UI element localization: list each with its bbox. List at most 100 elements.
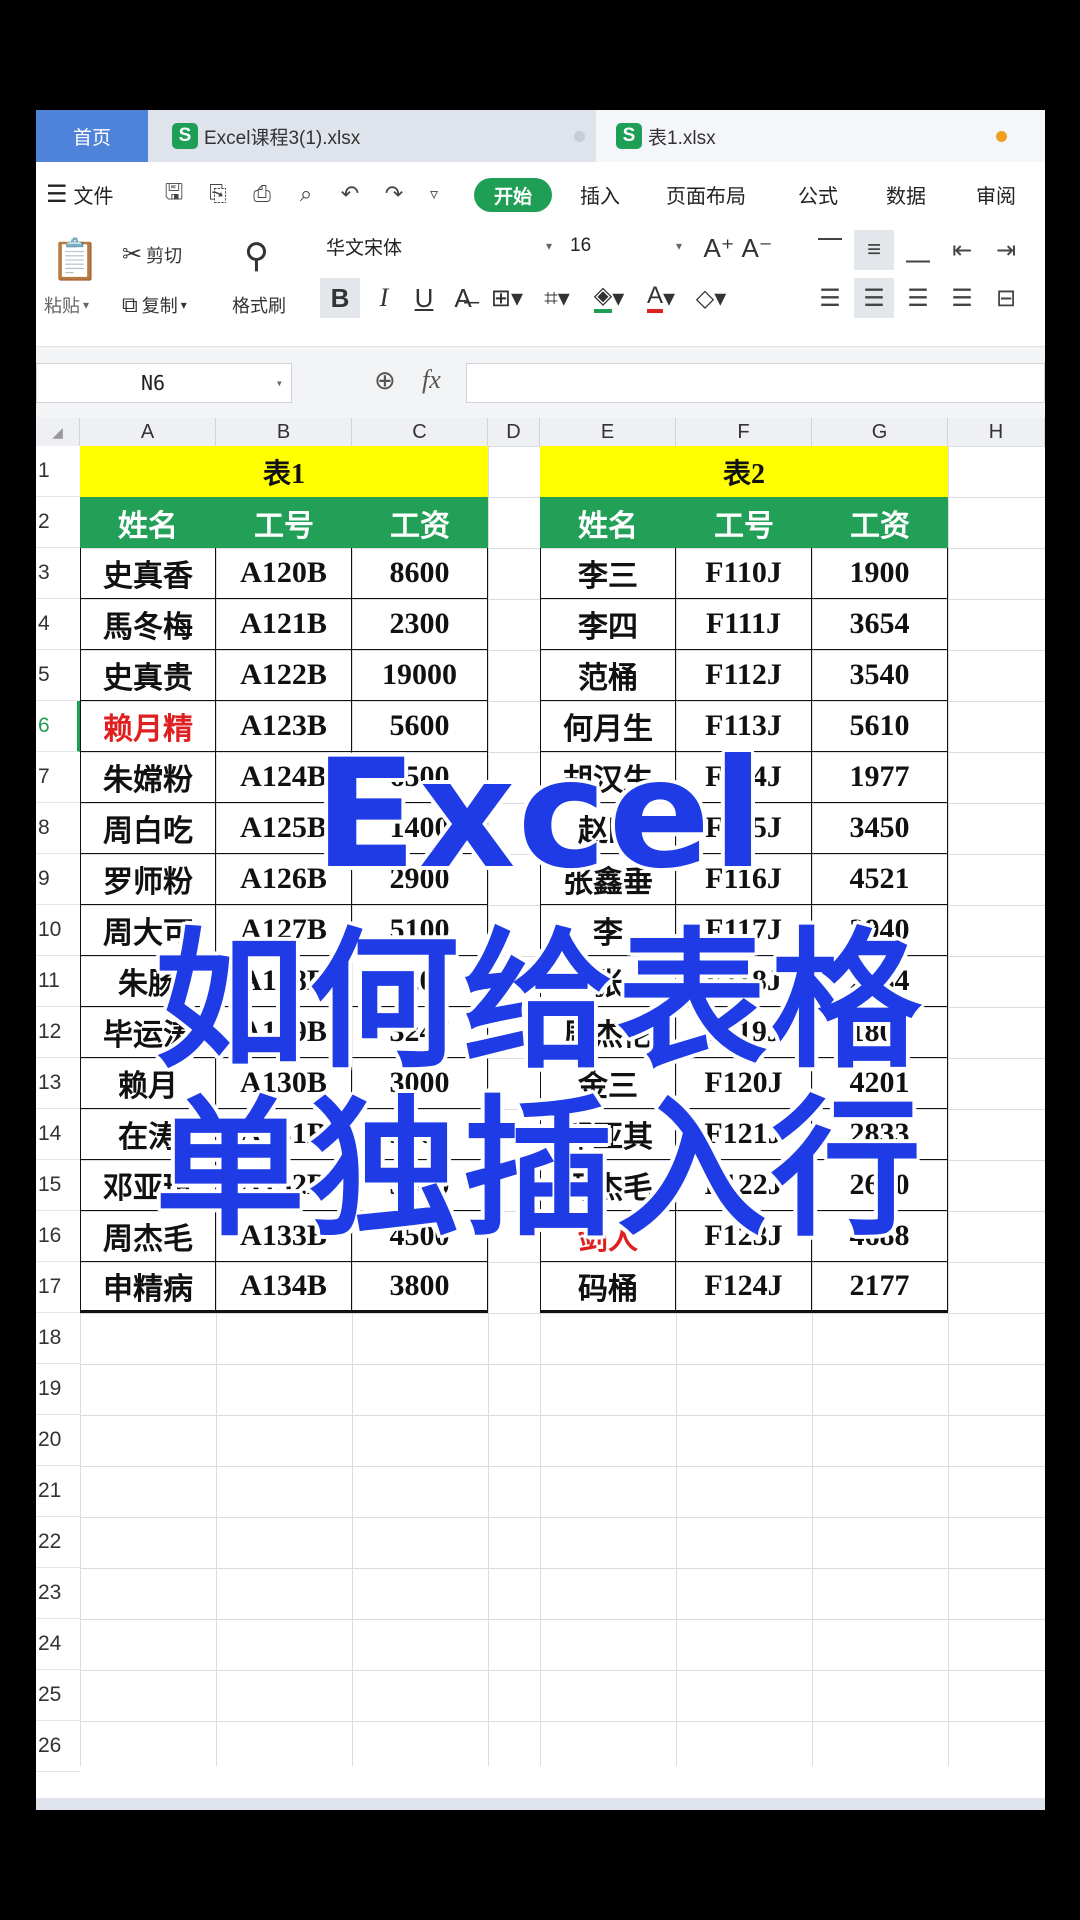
underline-button[interactable]: U — [406, 278, 442, 318]
justify-icon[interactable]: ☰ — [942, 278, 982, 318]
cut-button[interactable]: ✂ 剪切 — [122, 240, 182, 269]
column-header-a[interactable]: A — [80, 418, 216, 446]
copy-button[interactable]: ⧉ 复制 ▾ — [122, 292, 187, 318]
table1-cell[interactable]: A120B — [216, 548, 352, 599]
table2-cell[interactable]: 3540 — [812, 650, 948, 701]
bold-button[interactable]: B — [320, 278, 360, 318]
select-all-corner[interactable]: ◢ — [36, 418, 80, 446]
row-header[interactable]: 3 — [36, 548, 80, 599]
align-right-icon[interactable]: ☰ — [898, 278, 938, 318]
table1-cell[interactable]: 2300 — [352, 599, 488, 650]
table2-header-cell[interactable]: 姓名 — [540, 497, 676, 548]
export-icon[interactable]: ⎘ — [204, 180, 232, 208]
paste-icon[interactable]: 📋 — [50, 236, 100, 283]
distribute-icon[interactable]: ⊟ — [986, 278, 1026, 318]
column-header-h[interactable]: H — [948, 418, 1045, 446]
row-header[interactable]: 20 — [36, 1415, 80, 1466]
save-icon[interactable]: 🖫 — [160, 179, 188, 208]
redo-icon[interactable]: ↷ — [380, 180, 408, 208]
strikethrough-icon[interactable]: A̶ — [446, 278, 480, 318]
italic-button[interactable]: I — [366, 278, 402, 318]
align-top-icon[interactable]: ⎺ — [810, 230, 850, 270]
table2-header-cell[interactable]: 工号 — [676, 497, 812, 548]
table2-cell[interactable]: F110J — [676, 548, 812, 599]
row-header[interactable]: 21 — [36, 1466, 80, 1517]
fx-icon[interactable]: fx — [422, 365, 441, 395]
align-center-icon[interactable]: ☰ — [854, 278, 894, 318]
tab-excel-course[interactable]: S Excel课程3(1).xlsx — [148, 110, 618, 162]
menu-insert[interactable]: 插入 — [580, 162, 620, 226]
menu-data[interactable]: 数据 — [886, 162, 926, 226]
row-header[interactable]: 23 — [36, 1568, 80, 1619]
table1-header-cell[interactable]: 工号 — [216, 497, 352, 548]
menu-page-layout[interactable]: 页面布局 — [666, 162, 746, 226]
row-header[interactable]: 26 — [36, 1721, 80, 1772]
format-painter-icon[interactable]: ⚲ — [244, 236, 269, 276]
table2-cell[interactable]: 2177 — [812, 1262, 948, 1313]
menu-review[interactable]: 审阅 — [976, 162, 1016, 226]
table2-cell[interactable]: 3654 — [812, 599, 948, 650]
column-header-c[interactable]: C — [352, 418, 488, 446]
menu-file[interactable]: ☰ 文件 — [46, 162, 114, 226]
more-icon[interactable]: ▿ — [420, 180, 448, 208]
row-header[interactable]: 18 — [36, 1313, 80, 1364]
table1-header-cell[interactable]: 工资 — [352, 497, 488, 548]
font-size-select[interactable]: 16 ▾ — [562, 228, 688, 264]
table1-header-cell[interactable]: 姓名 — [80, 497, 216, 548]
table2-cell[interactable]: 码桶 — [540, 1262, 676, 1313]
row-header[interactable]: 2 — [36, 497, 80, 548]
column-header-g[interactable]: G — [812, 418, 948, 446]
name-box[interactable]: N6 ▾ — [36, 363, 292, 403]
row-header[interactable]: 19 — [36, 1364, 80, 1415]
table2-cell[interactable]: 李四 — [540, 599, 676, 650]
table2-cell[interactable]: 李三 — [540, 548, 676, 599]
table1-cell[interactable]: A121B — [216, 599, 352, 650]
preview-icon[interactable]: ⌕ — [292, 180, 320, 208]
column-header-d[interactable]: D — [488, 418, 540, 446]
outdent-icon[interactable]: ⇤ — [942, 230, 982, 270]
align-left-icon[interactable]: ☰ — [810, 278, 850, 318]
table1-cell[interactable]: 史真贵 — [80, 650, 216, 701]
table1-cell[interactable]: A134B — [216, 1262, 352, 1313]
row-header[interactable]: 24 — [36, 1619, 80, 1670]
align-middle-icon[interactable]: ≡ — [854, 230, 894, 270]
indent-icon[interactable]: ⇥ — [986, 230, 1026, 270]
menu-formula[interactable]: 公式 — [798, 162, 838, 226]
format-painter-button[interactable]: 格式刷 — [232, 292, 286, 318]
row-header[interactable]: 25 — [36, 1670, 80, 1721]
row-header[interactable]: 4 — [36, 599, 80, 650]
table1-cell[interactable]: 申精病 — [80, 1262, 216, 1313]
increase-font-icon[interactable]: A⁺ — [702, 228, 736, 268]
decrease-font-icon[interactable]: A⁻ — [740, 228, 774, 268]
fill-color-icon[interactable]: ◈ ▾ — [586, 278, 632, 318]
table2-cell[interactable]: F111J — [676, 599, 812, 650]
table1-cell[interactable]: 8600 — [352, 548, 488, 599]
table2-title[interactable]: 表2 — [540, 446, 948, 497]
align-bottom-icon[interactable]: ⎽ — [898, 230, 938, 270]
table1-cell[interactable]: 19000 — [352, 650, 488, 701]
table1-cell[interactable]: 3800 — [352, 1262, 488, 1313]
borders-icon[interactable]: ⊞▾ — [484, 278, 530, 318]
table2-header-cell[interactable]: 工资 — [812, 497, 948, 548]
font-name-select[interactable]: 华文宋体 ▾ — [318, 228, 558, 264]
table1-cell[interactable]: 史真香 — [80, 548, 216, 599]
font-color-icon[interactable]: A ▾ — [638, 278, 684, 318]
table2-cell[interactable]: F112J — [676, 650, 812, 701]
menu-start[interactable]: 开始 — [474, 178, 552, 212]
column-header-f[interactable]: F — [676, 418, 812, 446]
clear-format-icon[interactable]: ◇▾ — [688, 278, 734, 318]
zoom-search-icon[interactable]: ⊕ — [374, 365, 396, 396]
column-header-e[interactable]: E — [540, 418, 676, 446]
table2-cell[interactable]: 范桶 — [540, 650, 676, 701]
row-header[interactable]: 5 — [36, 650, 80, 701]
cell-style-icon[interactable]: ⌗▾ — [534, 278, 580, 318]
table2-cell[interactable]: F124J — [676, 1262, 812, 1313]
tab-home[interactable]: 首页 — [36, 110, 148, 162]
table1-title[interactable]: 表1 — [80, 446, 488, 497]
table1-cell[interactable]: A122B — [216, 650, 352, 701]
row-header[interactable]: 22 — [36, 1517, 80, 1568]
tab-table1[interactable]: S 表1.xlsx — [596, 110, 1045, 162]
undo-icon[interactable]: ↶ — [336, 180, 364, 208]
row-header[interactable]: 17 — [36, 1262, 80, 1313]
table2-cell[interactable]: 1900 — [812, 548, 948, 599]
